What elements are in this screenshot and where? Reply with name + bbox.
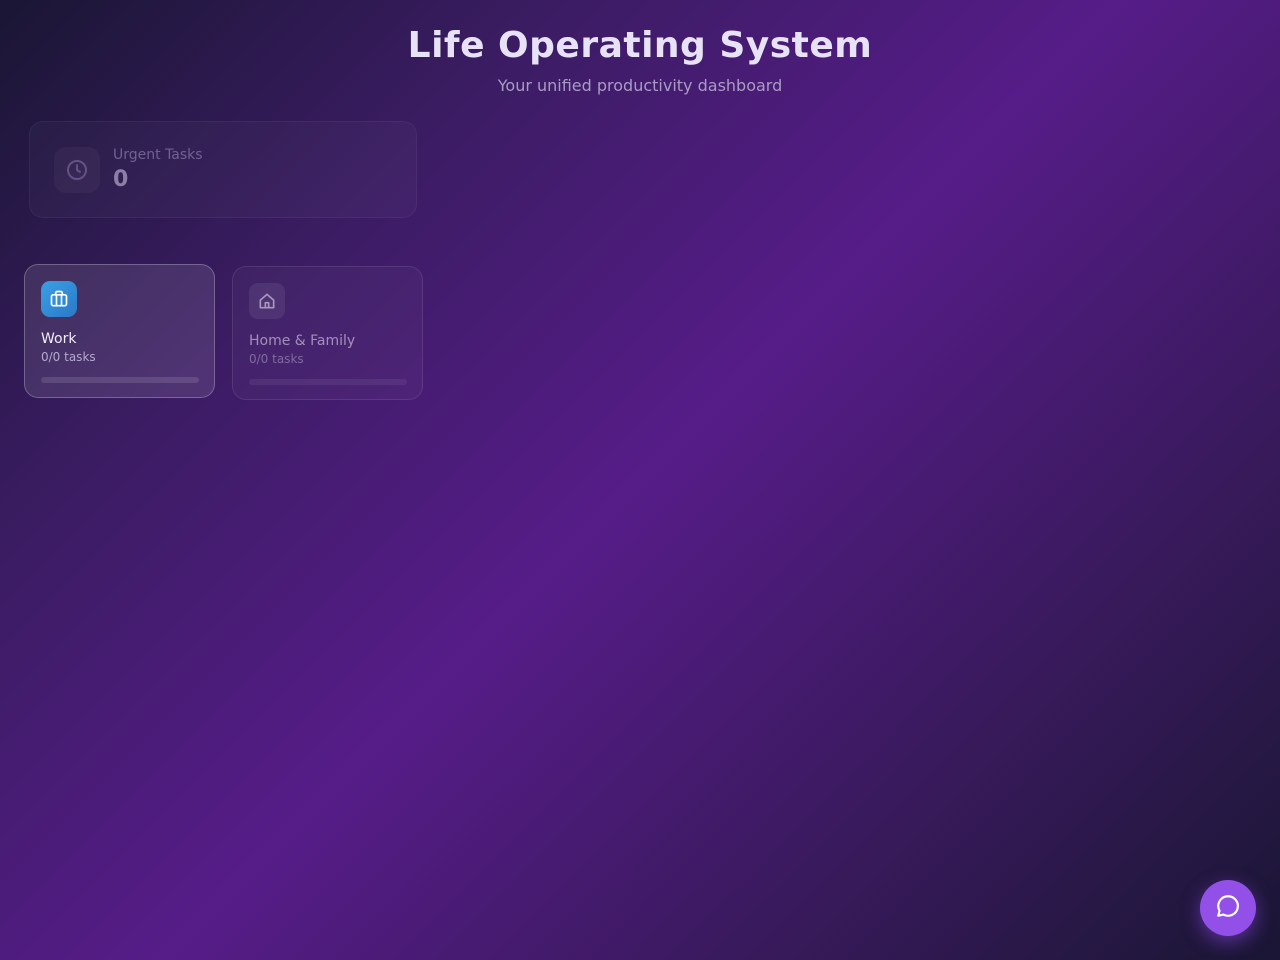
stat-label: Urgent Tasks [113, 147, 203, 163]
area-progress-bar [249, 379, 407, 385]
urgent-tasks-card: Urgent Tasks 0 [29, 121, 417, 218]
home-icon [249, 283, 285, 319]
briefcase-icon [41, 281, 77, 317]
area-task-count: 0/0 tasks [249, 352, 304, 366]
page-title: Life Operating System [407, 25, 873, 66]
stat-value: 0 [113, 167, 129, 192]
area-progress-bar [41, 377, 199, 383]
chat-button[interactable] [1200, 880, 1256, 936]
area-card-home-family[interactable]: Home & Family 0/0 tasks [232, 266, 423, 400]
page-header: Life Operating System Your unified produ… [0, 24, 1280, 96]
clock-icon [54, 147, 100, 193]
area-task-count: 0/0 tasks [41, 350, 96, 364]
chat-bubble-icon [1215, 893, 1241, 923]
area-name: Home & Family [249, 333, 356, 349]
page-subtitle: Your unified productivity dashboard [497, 76, 783, 95]
area-card-work[interactable]: Work 0/0 tasks [24, 264, 215, 398]
area-name: Work [41, 331, 77, 347]
